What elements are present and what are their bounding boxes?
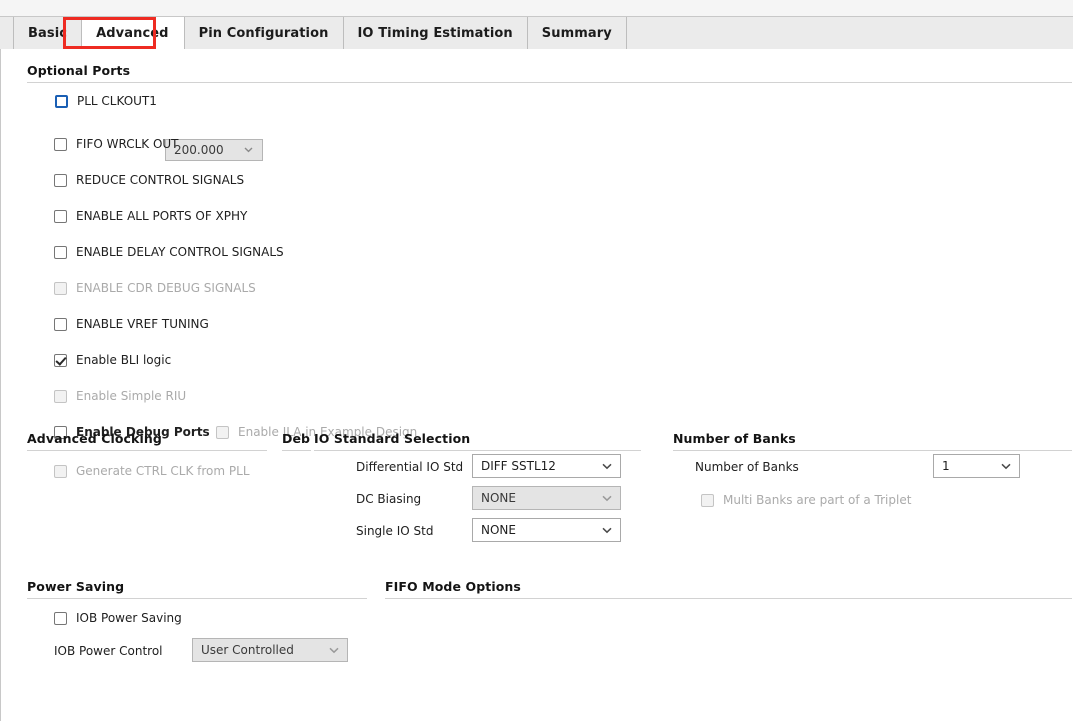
field-label-iob-power-control: IOB Power Control <box>54 644 163 658</box>
tab-basic[interactable]: Basic <box>13 17 81 50</box>
checkbox-enable-ila-in-example-design <box>216 425 229 439</box>
advanced-tab-panel: Optional Ports PLL CLKOUT1 200.000 FIFO … <box>0 49 1073 721</box>
checkbox-fifo-wrclk-out[interactable] <box>54 137 67 151</box>
tab-advanced[interactable]: Advanced <box>81 17 184 50</box>
combo-value-dc-biasing: NONE <box>481 491 516 505</box>
tab-label: Advanced <box>96 26 169 41</box>
checkbox-label-enable-vref-tuning: ENABLE VREF TUNING <box>76 317 209 331</box>
combo-differential-io-std[interactable]: DIFF SSTL12 <box>472 454 621 478</box>
checkbox-enable-cdr-debug-signals <box>54 281 67 295</box>
field-label-number-of-banks: Number of Banks <box>695 460 799 474</box>
checkbox-row-pll-clkout1[interactable]: PLL CLKOUT1 <box>55 94 157 108</box>
checkbox-label-enable-bli-logic: Enable BLI logic <box>76 353 172 367</box>
section-title-number-of-banks: Number of Banks <box>673 431 796 446</box>
tab-label: Pin Configuration <box>198 26 329 41</box>
field-label-single-io-std: Single IO Std <box>356 524 434 538</box>
checkbox-label-iob-power-saving: IOB Power Saving <box>76 611 182 625</box>
combo-value-number-of-banks: 1 <box>942 459 950 473</box>
checkbox-row-enable-delay-control-signals[interactable]: ENABLE DELAY CONTROL SIGNALS <box>54 245 284 259</box>
tab-pin-configuration[interactable]: Pin Configuration <box>183 17 343 50</box>
section-title-optional-ports: Optional Ports <box>27 63 131 78</box>
tab-bar: Basic Advanced Pin Configuration IO Timi… <box>0 16 1073 50</box>
checkbox-label-enable-simple-riu: Enable Simple RIU <box>76 389 187 403</box>
combo-pll-clkout1-frequency[interactable]: 200.000 <box>165 139 263 161</box>
tab-list-end-divider <box>625 17 627 50</box>
checkbox-pll-clkout1[interactable] <box>55 94 68 108</box>
combo-single-io-std[interactable]: NONE <box>472 518 621 542</box>
checkbox-label-reduce-control-signals: REDUCE CONTROL SIGNALS <box>76 173 245 187</box>
tab-io-timing-estimation[interactable]: IO Timing Estimation <box>342 17 527 50</box>
section-rule-io-standard-selection <box>314 450 641 451</box>
checkbox-row-multi-banks-are-part-of-a-triplet: Multi Banks are part of a Triplet <box>701 493 911 507</box>
checkbox-iob-power-saving[interactable] <box>54 611 67 625</box>
section-title-advanced-clocking: Advanced Clocking <box>27 431 162 446</box>
section-title-power-saving: Power Saving <box>27 579 125 594</box>
checkbox-row-iob-power-saving[interactable]: IOB Power Saving <box>54 611 182 625</box>
section-title-debug: Debug <box>282 431 311 446</box>
field-label-dc-biasing: DC Biasing <box>356 492 422 506</box>
checkbox-row-fifo-wrclk-out[interactable]: FIFO WRCLK OUT <box>54 137 179 151</box>
checkbox-label-enable-all-ports-of-xphy: ENABLE ALL PORTS OF XPHY <box>76 209 248 223</box>
checkbox-row-enable-vref-tuning[interactable]: ENABLE VREF TUNING <box>54 317 209 331</box>
tab-label: Summary <box>541 26 612 41</box>
tab-list: Basic Advanced Pin Configuration IO Timi… <box>13 17 627 50</box>
checkbox-enable-simple-riu <box>54 389 67 403</box>
chevron-down-icon <box>602 493 612 502</box>
section-rule-debug <box>282 450 311 451</box>
checkbox-reduce-control-signals[interactable] <box>54 173 67 187</box>
chevron-down-icon <box>1001 461 1011 470</box>
checkbox-enable-vref-tuning[interactable] <box>54 317 67 331</box>
checkbox-row-enable-all-ports-of-xphy[interactable]: ENABLE ALL PORTS OF XPHY <box>54 209 247 223</box>
field-label-differential-io-std: Differential IO Std <box>356 460 464 474</box>
chevron-down-icon <box>602 461 612 470</box>
checkbox-label-multi-banks-are-part-of-a-triplet: Multi Banks are part of a Triplet <box>723 493 912 507</box>
checkbox-label-enable-cdr-debug-signals: ENABLE CDR DEBUG SIGNALS <box>76 281 256 295</box>
checkbox-row-reduce-control-signals[interactable]: REDUCE CONTROL SIGNALS <box>54 173 244 187</box>
checkbox-row-enable-bli-logic[interactable]: Enable BLI logic <box>54 353 171 367</box>
checkbox-row-enable-simple-riu: Enable Simple RIU <box>54 389 186 403</box>
window-top-strip <box>0 0 1073 16</box>
section-rule-number-of-banks <box>673 450 1072 451</box>
section-title-fifo-mode-options: FIFO Mode Options <box>385 579 521 594</box>
section-rule-power-saving <box>27 598 367 599</box>
combo-number-of-banks[interactable]: 1 <box>933 454 1020 478</box>
combo-value-pll-clkout1-frequency: 200.000 <box>174 143 224 157</box>
chevron-down-icon <box>329 645 339 654</box>
tab-label: IO Timing Estimation <box>357 26 513 41</box>
checkbox-enable-bli-logic[interactable] <box>54 353 67 367</box>
combo-value-single-io-std: NONE <box>481 523 516 537</box>
chevron-down-icon <box>602 525 612 534</box>
combo-dc-biasing[interactable]: NONE <box>472 486 621 510</box>
checkbox-generate-ctrl-clk-from-pll <box>54 464 67 478</box>
section-rule-optional-ports <box>27 82 1072 83</box>
checkbox-row-generate-ctrl-clk-from-pll: Generate CTRL CLK from PLL <box>54 464 250 478</box>
checkbox-enable-all-ports-of-xphy[interactable] <box>54 209 67 223</box>
section-rule-advanced-clocking <box>27 450 267 451</box>
combo-value-iob-power-control: User Controlled <box>201 643 294 657</box>
checkbox-label-enable-delay-control-signals: ENABLE DELAY CONTROL SIGNALS <box>76 245 284 259</box>
checkbox-label-generate-ctrl-clk-from-pll: Generate CTRL CLK from PLL <box>76 464 250 478</box>
tab-label: Basic <box>28 26 68 41</box>
checkbox-multi-banks-are-part-of-a-triplet <box>701 493 714 507</box>
checkbox-label-pll-clkout1: PLL CLKOUT1 <box>77 94 157 108</box>
combo-value-differential-io-std: DIFF SSTL12 <box>481 459 556 473</box>
checkbox-row-enable-cdr-debug-signals: ENABLE CDR DEBUG SIGNALS <box>54 281 256 295</box>
checkbox-enable-delay-control-signals[interactable] <box>54 245 67 259</box>
tab-summary[interactable]: Summary <box>526 17 626 50</box>
combo-iob-power-control[interactable]: User Controlled <box>192 638 348 662</box>
section-title-debug-clipped: Debug <box>282 431 311 449</box>
checkbox-label-fifo-wrclk-out: FIFO WRCLK OUT <box>76 137 179 151</box>
section-rule-fifo-mode-options <box>385 598 1072 599</box>
chevron-down-icon <box>244 145 253 154</box>
section-title-io-standard-selection: IO Standard Selection <box>314 431 471 446</box>
